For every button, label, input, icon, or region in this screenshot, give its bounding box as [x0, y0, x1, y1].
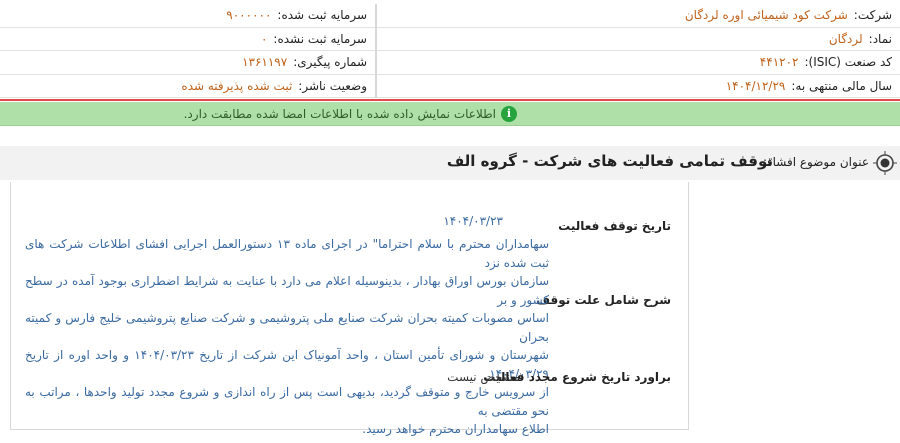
stop-date-value: ۱۴۰۴/۰۳/۲۳: [443, 214, 503, 228]
info-row-publisher-status: وضعیت ناشر: ثبت شده پذیرفته شده: [0, 75, 375, 98]
symbol-label: نماد:: [868, 31, 892, 46]
publisher-status-value: ثبت شده پذیرفته شده: [181, 78, 293, 93]
reason-line: از سرویس خارج و متوقف گردید، بدیهی است پ…: [25, 385, 549, 418]
fiscal-year-value: ۱۴۰۴/۱۲/۲۹: [725, 78, 786, 93]
company-label: شرکت:: [853, 8, 892, 23]
info-icon: i: [501, 105, 517, 122]
restart-date-value: مشخص نیست: [447, 370, 520, 384]
tracking-number-value: ۱۳۶۱۱۹۷: [242, 55, 288, 70]
reason-text: سهامداران محترم با سلام احتراما" در اجرا…: [25, 235, 549, 439]
tracking-number-label: شماره پیگیری:: [293, 55, 367, 70]
separator-line: [0, 99, 900, 101]
info-row-company: شرکت: شرکت کود شیمیائی اوره لردگان: [377, 4, 900, 28]
subject-bar: عنوان موضوع افشاء: توقف تمامی فعالیت های…: [0, 146, 900, 180]
company-info-panel: شرکت: شرکت کود شیمیائی اوره لردگان نماد:…: [0, 4, 900, 98]
info-row-registered-capital: سرمایه ثبت شده: ۹۰۰۰۰۰۰: [0, 4, 375, 28]
reason-line: سازمان بورس اوراق بهادار ، بدینوسیله اعل…: [25, 274, 549, 307]
alert-message: اطلاعات نمایش داده شده با اطلاعات امضا ش…: [183, 106, 496, 121]
reason-line: اطلاع سهامداران محترم خواهد رسید.: [362, 422, 549, 436]
fiscal-year-label: سال مالی منتهی به:: [791, 78, 892, 93]
reason-label: شرح شامل علت توقف: [536, 293, 671, 307]
info-row-unregistered-capital: سرمایه ثبت نشده: ۰: [0, 28, 375, 51]
symbol-value[interactable]: لردگان: [829, 32, 863, 46]
stop-date-label: تاریخ توقف فعالیت: [558, 219, 671, 233]
subject-title: توقف تمامی فعالیت های شرکت - گروه الف: [446, 152, 773, 170]
info-row-isic: کد صنعت (ISIC): ۴۴۱۲۰۲: [377, 51, 900, 75]
reason-line: سهامداران محترم با سلام احتراما" در اجرا…: [25, 237, 549, 270]
company-value[interactable]: شرکت کود شیمیائی اوره لردگان: [685, 8, 848, 22]
details-box: تاریخ توقف فعالیت ۱۴۰۴/۰۳/۲۳ شرح شامل عل…: [10, 182, 689, 436]
isic-value: ۴۴۱۲۰۲: [759, 55, 799, 70]
company-info-left-column: سرمایه ثبت شده: ۹۰۰۰۰۰۰ سرمایه ثبت نشده:…: [0, 4, 376, 98]
info-row-symbol: نماد: لردگان: [377, 28, 900, 51]
target-icon: [873, 151, 897, 175]
unregistered-capital-value: ۰: [260, 31, 268, 46]
publisher-status-label: وضعیت ناشر:: [298, 78, 367, 93]
reason-line: اساس مصوبات کمیته بحران شرکت صنایع ملی پ…: [25, 311, 549, 344]
info-row-tracking-number: شماره پیگیری: ۱۳۶۱۱۹۷: [0, 51, 375, 75]
registered-capital-value: ۹۰۰۰۰۰۰: [226, 8, 272, 23]
verification-alert: i اطلاعات نمایش داده شده با اطلاعات امضا…: [0, 102, 900, 126]
registered-capital-label: سرمایه ثبت شده:: [277, 8, 367, 23]
company-info-right-column: شرکت: شرکت کود شیمیائی اوره لردگان نماد:…: [376, 4, 900, 98]
unregistered-capital-label: سرمایه ثبت نشده:: [273, 31, 367, 46]
info-row-fiscal-year: سال مالی منتهی به: ۱۴۰۴/۱۲/۲۹: [377, 75, 900, 98]
subject-label: عنوان موضوع افشاء:: [762, 155, 869, 169]
isic-label: کد صنعت (ISIC):: [804, 55, 892, 70]
